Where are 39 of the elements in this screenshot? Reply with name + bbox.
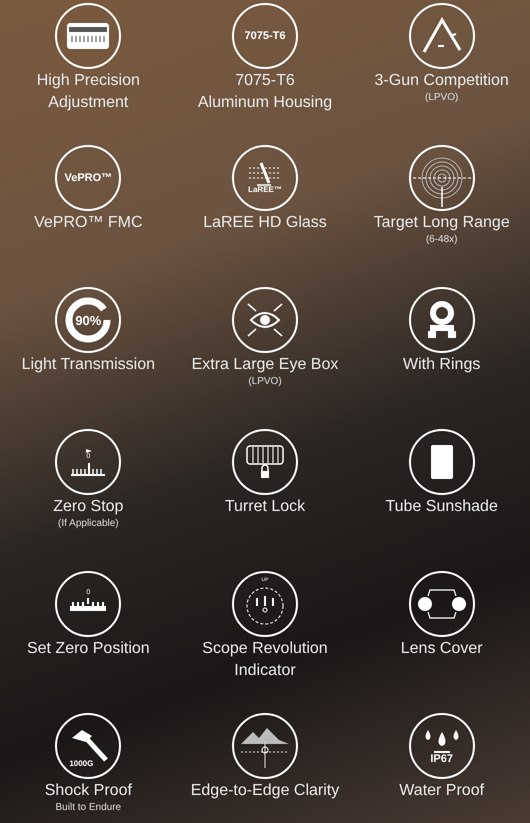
feature-label: Edge-to-Edge Clarity (190, 781, 340, 801)
icon-text: LaREE™ (248, 186, 282, 194)
feature-label: Zero Stop (53, 497, 124, 517)
feature-label: 7075-T6 (235, 71, 295, 91)
ruler-icon (66, 22, 110, 50)
feature-label: Aluminum Housing (198, 93, 332, 113)
feature-label: Indicator (234, 661, 296, 681)
feature-label: Adjustment (48, 93, 128, 113)
feature-label: Light Transmission (22, 355, 156, 375)
feature-label: VePRO™ FMC (34, 213, 143, 233)
feature-label: With Rings (402, 355, 480, 375)
turret-lock-icon (244, 444, 285, 480)
feature-note: (LPVO) (424, 92, 458, 103)
icon-text: VePRO™ (64, 172, 112, 184)
feature-label: 3-Gun Competition (374, 71, 509, 91)
feature-label: Extra Large Eye Box (192, 355, 338, 375)
feature-note: (If Applicable) (58, 518, 119, 529)
feature-label: Tube Sunshade (385, 497, 498, 517)
icon-text: 90% (75, 314, 102, 326)
feature-label: Lens Cover (400, 639, 483, 659)
feature-label: Set Zero Position (26, 639, 150, 659)
feature-label: Scope Revolution (202, 639, 328, 659)
tube-icon (430, 444, 454, 480)
scale-icon (69, 596, 108, 612)
percent-ring-icon (64, 296, 112, 344)
feature-label: LaREE HD Glass (203, 213, 327, 233)
scope-ring-icon (426, 301, 457, 339)
feature-label: Turret Lock (224, 497, 306, 517)
feature-label: Target Long Range (374, 213, 510, 233)
icon-text: 1000G (69, 760, 94, 768)
feature-label: Water Proof (399, 781, 484, 801)
feature-note: Built to Endure (56, 802, 122, 813)
lens-cover-icon (416, 587, 468, 621)
icon-text: IP67 (430, 754, 453, 764)
feature-note: (6-48x) (426, 234, 458, 245)
feature-label: High Precision (36, 71, 140, 91)
icon-text: 7075-T6 (244, 30, 286, 42)
feature-note: (LPVO) (248, 376, 282, 387)
feature-label: Shock Proof (44, 781, 132, 801)
